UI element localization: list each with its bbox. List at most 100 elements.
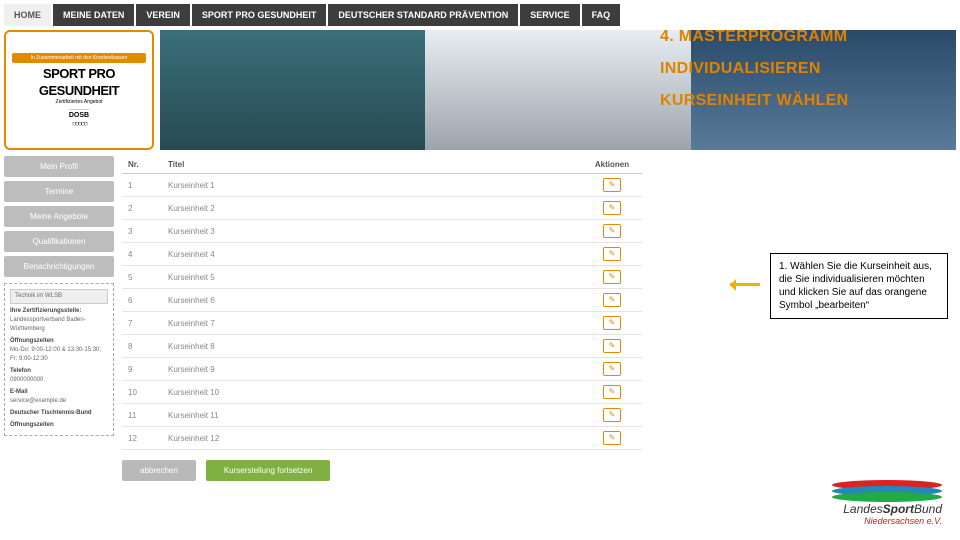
- col-actions: Aktionen: [582, 156, 642, 174]
- row-title: Kurseinheit 2: [162, 197, 582, 220]
- callout-arrow-icon: [730, 280, 770, 292]
- cert-org2: Deutscher Tischtennis-Bund: [10, 409, 108, 418]
- sidebar-item-4[interactable]: Benachrichtigungen: [4, 256, 114, 277]
- sidebar-item-2[interactable]: Meine Angebote: [4, 206, 114, 227]
- cert-heading: Ihre Zertifizierungsstelle:: [10, 307, 108, 316]
- col-nr: Nr.: [122, 156, 162, 174]
- row-actions: ✎: [582, 381, 642, 404]
- table-row: 10Kurseinheit 10 ✎: [122, 381, 642, 404]
- row-title: Kurseinheit 10: [162, 381, 582, 404]
- logo-sub: Zertifiziertes Angebot: [56, 99, 103, 105]
- sidebar: Mein Profil Termine Meine Angebote Qualifik…: [4, 156, 114, 481]
- course-table-area: Nr. Titel Aktionen 1Kurseinheit 1✎2Kurse…: [122, 156, 642, 481]
- nav-tab-3[interactable]: SPORT PRO GESUNDHEIT: [192, 4, 327, 26]
- row-title: Kurseinheit 12: [162, 427, 582, 450]
- edit-icon[interactable]: ✎: [603, 247, 621, 261]
- edit-icon[interactable]: ✎: [603, 408, 621, 422]
- nav-tab-1[interactable]: MEINE DATEN: [53, 4, 134, 26]
- lsb-swoosh-icon: [832, 480, 942, 502]
- slide-line-3: KURSEINHEIT WÄHLEN: [660, 92, 849, 110]
- top-nav: HOMEMEINE DATENVEREINSPORT PRO GESUNDHEI…: [0, 0, 960, 30]
- table-row: 12Kurseinheit 12✎: [122, 427, 642, 450]
- table-row: 8Kurseinheit 8 ✎: [122, 335, 642, 358]
- edit-icon[interactable]: ✎: [603, 316, 621, 330]
- row-nr: 2: [122, 197, 162, 220]
- edit-icon[interactable]: ✎: [603, 293, 621, 307]
- logo-title-1: SPORT PRO: [43, 67, 115, 80]
- table-row: 4Kurseinheit 4 ✎: [122, 243, 642, 266]
- row-title: Kurseinheit 1: [162, 174, 582, 197]
- edit-icon[interactable]: ✎: [603, 362, 621, 376]
- col-title: Titel: [162, 156, 582, 174]
- row-actions: ✎: [582, 358, 642, 381]
- table-row: 3Kurseinheit 3✎: [122, 220, 642, 243]
- slide-heading: 4. MASTERPROGRAMM INDIVIDUALISIEREN KURS…: [660, 28, 849, 124]
- nav-tab-6[interactable]: FAQ: [582, 4, 621, 26]
- row-title: Kurseinheit 6: [162, 289, 582, 312]
- edit-icon[interactable]: ✎: [603, 339, 621, 353]
- row-nr: 8: [122, 335, 162, 358]
- edit-icon[interactable]: ✎: [603, 270, 621, 284]
- table-row: 5Kurseinheit 5✎: [122, 266, 642, 289]
- lsb-niedersachsen-logo: LandesSportBund Niedersachsen e.V.: [832, 480, 942, 526]
- nav-tab-5[interactable]: SERVICE: [520, 4, 579, 26]
- row-actions: ✎: [582, 220, 642, 243]
- row-actions: ✎: [582, 427, 642, 450]
- cert-hours: Mo-Do: 9:00-12:00 & 13:30-15:30; Fr: 9:0…: [10, 346, 108, 364]
- row-title: Kurseinheit 9: [162, 358, 582, 381]
- edit-icon[interactable]: ✎: [603, 431, 621, 445]
- cert-email-label: E-Mail: [10, 388, 108, 397]
- cert-hours2-label: Öffnungszeiten: [10, 421, 108, 430]
- cert-hours-label: Öffnungszeiten: [10, 337, 108, 346]
- sidebar-item-0[interactable]: Mein Profil: [4, 156, 114, 177]
- cert-dropdown[interactable]: Technik im WLSB: [10, 289, 108, 304]
- instruction-callout: 1. Wählen Sie die Kurseinheit aus, die S…: [770, 253, 948, 319]
- lsb-line1: LandesSportBund: [832, 502, 942, 516]
- table-row: 1Kurseinheit 1✎: [122, 174, 642, 197]
- row-nr: 6: [122, 289, 162, 312]
- cancel-button[interactable]: abbrechen: [122, 460, 196, 481]
- cert-email: service@example.de: [10, 397, 108, 406]
- row-nr: 11: [122, 404, 162, 427]
- row-nr: 4: [122, 243, 162, 266]
- slide-line-2: INDIVIDUALISIEREN: [660, 60, 849, 78]
- course-units-table: Nr. Titel Aktionen 1Kurseinheit 1✎2Kurse…: [122, 156, 642, 450]
- certification-info-box: Technik im WLSB Ihre Zertifizierungsstel…: [4, 283, 114, 436]
- logo-strip: In Zusammenarbeit mit den Krankenkassen: [12, 53, 146, 63]
- sport-pro-gesundheit-logo: In Zusammenarbeit mit den Krankenkassen …: [4, 30, 154, 150]
- row-title: Kurseinheit 7: [162, 312, 582, 335]
- table-row: 11Kurseinheit 11✎: [122, 404, 642, 427]
- row-actions: ✎: [582, 243, 642, 266]
- sidebar-item-1[interactable]: Termine: [4, 181, 114, 202]
- row-title: Kurseinheit 8: [162, 335, 582, 358]
- sidebar-item-3[interactable]: Qualifikationen: [4, 231, 114, 252]
- cert-phone-label: Telefon: [10, 367, 108, 376]
- table-row: 7Kurseinheit 7 ✎: [122, 312, 642, 335]
- nav-tab-2[interactable]: VEREIN: [136, 4, 190, 26]
- dosb-label: DOSB: [69, 109, 89, 119]
- hero-image-running: [425, 30, 690, 150]
- slide-line-1: 4. MASTERPROGRAMM: [660, 28, 849, 46]
- row-nr: 10: [122, 381, 162, 404]
- logo-title-2: GESUNDHEIT: [39, 84, 119, 97]
- table-row: 9Kurseinheit 9 ✎: [122, 358, 642, 381]
- row-actions: ✎: [582, 266, 642, 289]
- row-nr: 9: [122, 358, 162, 381]
- row-actions: ✎: [582, 312, 642, 335]
- row-nr: 7: [122, 312, 162, 335]
- nav-tab-4[interactable]: DEUTSCHER STANDARD PRÄVENTION: [328, 4, 518, 26]
- continue-button[interactable]: Kurserstellung fortsetzen: [206, 460, 331, 481]
- olympic-rings-icon: ○○○○○: [72, 119, 86, 128]
- row-actions: ✎: [582, 335, 642, 358]
- row-title: Kurseinheit 5: [162, 266, 582, 289]
- edit-icon[interactable]: ✎: [603, 224, 621, 238]
- row-actions: ✎: [582, 174, 642, 197]
- table-row: 6Kurseinheit 6 ✎: [122, 289, 642, 312]
- edit-icon[interactable]: ✎: [603, 385, 621, 399]
- cert-phone: 0900000000: [10, 376, 108, 385]
- row-title: Kurseinheit 4: [162, 243, 582, 266]
- row-actions: ✎: [582, 197, 642, 220]
- edit-icon[interactable]: ✎: [603, 201, 621, 215]
- edit-icon[interactable]: ✎: [603, 178, 621, 192]
- nav-tab-0[interactable]: HOME: [4, 4, 51, 26]
